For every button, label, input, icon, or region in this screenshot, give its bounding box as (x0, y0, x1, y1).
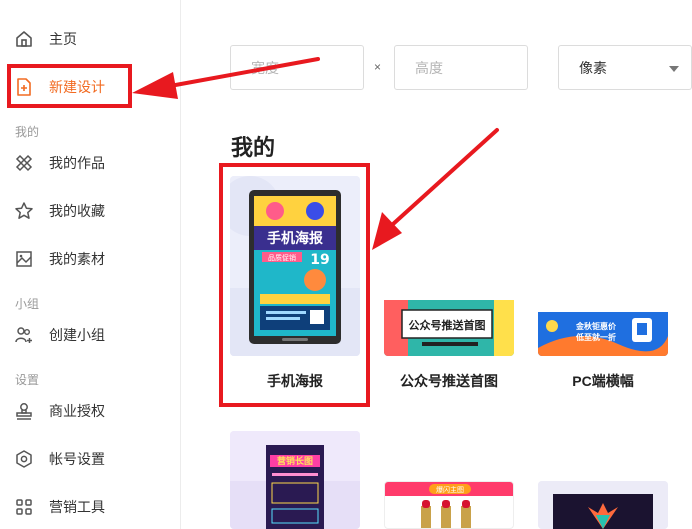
pc-banner-thumbnail-art: 金秋钜惠价 低至就一折 (538, 312, 668, 356)
dark-banner-thumbnail-art (538, 481, 668, 529)
sidebar-item-my-works[interactable]: 我的作品 (0, 143, 181, 183)
template-card-wechat-header[interactable]: 公众号推送首图 公众号推送首图 (384, 176, 514, 396)
height-placeholder: 高度 (415, 59, 443, 76)
template-thumbnail (538, 481, 668, 529)
template-card-product-image[interactable]: 爆闪主图 (384, 481, 514, 529)
sidebar-item-label: 我的作品 (49, 155, 105, 171)
sidebar-item-label: 我的收藏 (49, 203, 105, 219)
sidebar-item-label: 商业授权 (49, 403, 105, 419)
gear-icon (14, 449, 34, 469)
grid-icon (14, 497, 34, 517)
product-thumb-text: 爆闪主图 (436, 485, 464, 494)
sidebar-item-home[interactable]: 主页 (0, 19, 181, 59)
template-card-pc-banner[interactable]: 金秋钜惠价 低至就一折 PC端横幅 (538, 176, 668, 396)
width-placeholder: 宽度 (251, 59, 279, 76)
sidebar-item-my-favorites[interactable]: 我的收藏 (0, 191, 181, 231)
times-sign: × (374, 60, 382, 74)
template-thumbnail: 金秋钜惠价 低至就一折 (538, 176, 668, 356)
sidebar-item-label: 创建小组 (49, 327, 105, 343)
template-thumbnail: 公众号推送首图 (384, 176, 514, 356)
height-input[interactable]: 高度 (394, 45, 528, 90)
chevron-down-icon (669, 66, 679, 72)
sidebar-item-marketing-tools[interactable]: 营销工具 (0, 487, 181, 527)
width-input[interactable]: 宽度 (230, 45, 364, 90)
sidebar-item-label: 主页 (49, 31, 77, 47)
stamp-icon (14, 401, 34, 421)
home-icon (14, 29, 34, 49)
template-thumbnail: 爆闪主图 (384, 481, 514, 529)
section-title: 我的 (231, 135, 276, 160)
highlight-box-template (219, 163, 370, 407)
sidebar-item-account-settings[interactable]: 帐号设置 (0, 439, 181, 479)
image-icon (14, 249, 34, 269)
wechat-thumb-title: 公众号推送首图 (409, 318, 486, 332)
section-label-mine: 我的 (15, 125, 40, 139)
sidebar-item-create-group[interactable]: 创建小组 (0, 315, 181, 355)
sidebar-item-label: 帐号设置 (49, 451, 105, 467)
sidebar-item-label: 我的素材 (49, 251, 105, 267)
template-card-long-image[interactable]: 营销长图 (230, 431, 360, 529)
template-label: PC端横幅 (572, 373, 634, 389)
works-icon (14, 153, 34, 173)
add-group-icon (14, 325, 34, 345)
template-card-dark-banner[interactable] (538, 481, 668, 529)
sidebar: 主页 新建设计 我的 我的作品 我的收藏 我的素材 小组 创建小组 设置 商业授… (0, 0, 181, 529)
section-label-group: 小组 (15, 297, 40, 311)
template-thumbnail: 营销长图 (230, 431, 360, 529)
sidebar-item-commercial-license[interactable]: 商业授权 (0, 391, 181, 431)
wechat-header-thumbnail-art: 公众号推送首图 (384, 300, 514, 356)
banner-thumb-text: 金秋钜惠价 (575, 321, 617, 331)
long-image-thumb-text: 营销长图 (277, 455, 313, 467)
banner-thumb-text-2: 低至就一折 (575, 332, 616, 342)
template-label: 公众号推送首图 (400, 373, 498, 389)
sidebar-item-label: 营销工具 (49, 499, 105, 515)
product-image-thumbnail-art: 爆闪主图 (385, 482, 513, 528)
star-icon (14, 201, 34, 221)
unit-value: 像素 (579, 59, 607, 76)
section-label-settings: 设置 (15, 373, 40, 387)
unit-select[interactable]: 像素 (558, 45, 692, 90)
highlight-box-new-design (7, 64, 132, 108)
long-image-thumbnail-art: 营销长图 (230, 431, 360, 529)
sidebar-item-my-materials[interactable]: 我的素材 (0, 239, 181, 279)
